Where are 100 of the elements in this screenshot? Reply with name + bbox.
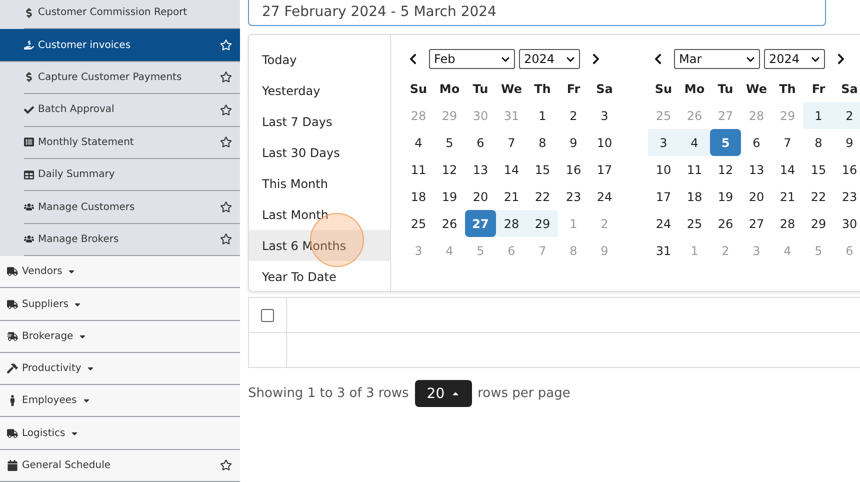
sidebar-item[interactable]: Monthly Statement [24,126,240,159]
calendar-day[interactable]: 28 [496,210,527,237]
calendar-day[interactable]: 15 [803,156,834,183]
calendar-day[interactable]: 19 [710,183,741,210]
calendar-day[interactable]: 10 [648,156,679,183]
calendar-day[interactable]: 12 [710,156,741,183]
star-icon[interactable] [220,459,232,472]
calendar-day[interactable]: 5 [710,129,741,156]
calendar-day[interactable]: 13 [741,156,772,183]
calendar-day[interactable]: 26 [434,210,465,237]
calendar-day[interactable]: 20 [465,183,496,210]
calendar-day[interactable]: 25 [403,210,434,237]
calendar-day[interactable]: 31 [648,237,679,264]
range-option[interactable]: Last 7 Days [249,106,390,137]
sidebar-item[interactable]: Customer invoices [0,29,240,62]
calendar-day[interactable]: 20 [741,183,772,210]
calendar-day[interactable]: 23 [558,183,589,210]
calendar-day[interactable]: 22 [803,183,834,210]
calendar-day[interactable]: 2 [834,102,860,129]
table-icon [24,170,34,180]
calendar-day[interactable]: 30 [834,210,860,237]
calendar-day[interactable]: 15 [527,156,558,183]
calendar-day[interactable]: 2 [558,102,589,129]
calendar-day[interactable]: 18 [679,183,710,210]
calendar-day[interactable]: 14 [772,156,803,183]
calendar-day[interactable]: 23 [834,183,860,210]
star-icon[interactable] [220,233,232,246]
star-icon[interactable] [220,71,232,84]
sidebar-item[interactable]: Manage Customers [24,191,240,224]
calendar-day[interactable]: 14 [496,156,527,183]
calendar-day[interactable]: 8 [803,129,834,156]
sidebar-item[interactable]: General Schedule [0,450,240,482]
sidebar-item[interactable]: Batch Approval [24,94,240,127]
users-icon [24,234,34,244]
truck-icon [7,266,18,278]
year-select[interactable]: 2024 [519,49,580,69]
calendar-day[interactable]: 28 [772,210,803,237]
range-option[interactable]: Year To Date [249,261,390,292]
calendar-day[interactable]: 5 [434,129,465,156]
calendar-day[interactable]: 18 [403,183,434,210]
range-option[interactable]: Last 6 Months [249,230,390,261]
sidebar-item[interactable]: Logistics [0,417,240,450]
calendar-day[interactable]: 27 [741,210,772,237]
range-option[interactable]: Today [249,44,390,75]
page-size-button[interactable]: 20 [414,380,472,407]
calendar-day[interactable]: 10 [589,129,620,156]
range-option[interactable]: Yesterday [249,75,390,106]
calendar-day[interactable]: 16 [834,156,860,183]
sidebar-item[interactable]: Capture Customer Payments [24,62,240,94]
calendar-day[interactable]: 12 [434,156,465,183]
calendar-day[interactable]: 21 [496,183,527,210]
calendar-day[interactable]: 11 [403,156,434,183]
calendar-day[interactable]: 26 [710,210,741,237]
sidebar-item[interactable]: Employees [0,385,240,418]
sidebar-item[interactable]: Brokerage [0,320,240,353]
calendar-day[interactable]: 9 [558,129,589,156]
calendar-day[interactable]: 22 [527,183,558,210]
range-option[interactable]: This Month [249,168,390,199]
calendar-day[interactable]: 27 [465,210,496,237]
calendar-day[interactable]: 11 [679,156,710,183]
calendar-day[interactable]: 8 [527,129,558,156]
star-icon[interactable] [220,39,232,52]
month-select[interactable]: Feb [429,49,515,69]
calendar-day[interactable]: 9 [834,129,860,156]
calendar-day[interactable]: 7 [772,129,803,156]
calendar-day[interactable]: 3 [589,102,620,129]
date-range-field[interactable]: 27 February 2024 - 5 March 2024 [248,0,826,26]
calendar-day[interactable]: 4 [679,129,710,156]
calendar-day[interactable]: 24 [589,183,620,210]
star-icon[interactable] [220,201,232,214]
sidebar-item[interactable]: Daily Summary [24,158,240,192]
year-select[interactable]: 2024 [764,49,825,69]
weekday-label: Mo [683,80,706,98]
calendar-day[interactable]: 29 [527,210,558,237]
sidebar-item[interactable]: Productivity [0,352,240,386]
calendar-day[interactable]: 7 [496,129,527,156]
row-checkbox[interactable] [261,308,274,322]
calendar-day[interactable]: 25 [679,210,710,237]
calendar-day[interactable]: 4 [403,129,434,156]
star-icon[interactable] [220,104,232,116]
users-icon [24,202,34,212]
calendar-day[interactable]: 19 [434,183,465,210]
sidebar-item[interactable]: Suppliers [0,288,240,321]
calendar-day[interactable]: 13 [465,156,496,183]
calendar-day[interactable]: 29 [803,210,834,237]
calendar-day[interactable]: 21 [772,183,803,210]
calendar-day[interactable]: 1 [527,102,558,129]
calendar-day[interactable]: 6 [741,129,772,156]
calendar-day[interactable]: 1 [803,102,834,129]
sidebar-item[interactable]: Vendors [0,256,240,288]
calendar-day[interactable]: 24 [648,210,679,237]
calendar-day[interactable]: 16 [558,156,589,183]
month-select[interactable]: Mar [674,49,760,69]
star-icon[interactable] [220,136,232,148]
calendar-day[interactable]: 17 [648,183,679,210]
range-option[interactable]: Last Month [249,199,390,230]
calendar-day[interactable]: 6 [465,129,496,156]
range-option[interactable]: Last 30 Days [249,137,390,168]
calendar-day[interactable]: 3 [648,129,679,156]
calendar-day[interactable]: 17 [589,156,620,183]
